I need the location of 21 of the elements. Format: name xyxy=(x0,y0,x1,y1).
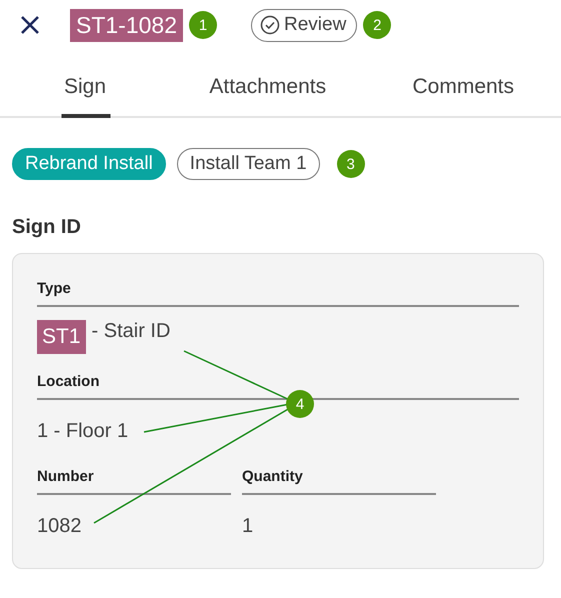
check-circle-icon xyxy=(260,15,280,35)
field-label: Number xyxy=(37,468,231,495)
sign-title: ST1-1082 xyxy=(70,8,184,42)
section-title: Sign ID xyxy=(11,215,82,240)
field-value: 1082 xyxy=(37,515,82,538)
review-button[interactable]: Review xyxy=(251,8,358,42)
callout-marker: 3 xyxy=(336,150,365,178)
field-label: Quantity xyxy=(242,468,436,495)
tag-chip: Install Team 1 xyxy=(176,148,320,180)
field-value: 1 - Floor 1 xyxy=(37,420,128,443)
callout-marker: 1 xyxy=(189,11,218,39)
tab[interactable]: Sign xyxy=(0,50,170,118)
type-code: ST1 xyxy=(37,320,86,354)
tab[interactable]: Attachments xyxy=(170,50,366,118)
close-icon[interactable] xyxy=(20,15,40,35)
callout-marker: 2 xyxy=(363,11,392,39)
field-label: Type xyxy=(37,280,519,307)
tag-chip: Rebrand Install xyxy=(12,148,166,180)
field-value: - Stair ID xyxy=(92,320,170,343)
tab[interactable]: Comments xyxy=(366,50,561,118)
field-value: 1 xyxy=(242,515,254,538)
